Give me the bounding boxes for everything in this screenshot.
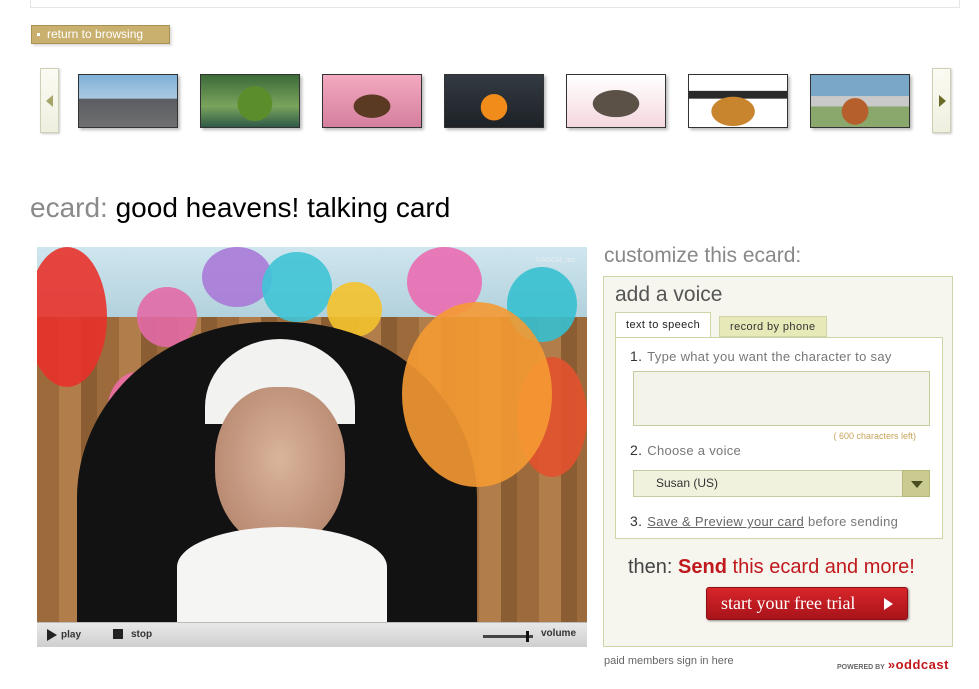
- carousel-next-button[interactable]: [932, 68, 951, 133]
- copyright-text: ©AGCM, Inc.: [535, 257, 577, 264]
- tab-record-by-phone[interactable]: record by phone: [719, 316, 827, 337]
- stop-icon: [113, 629, 123, 640]
- step-1-label: 1. Type what you want the character to sa…: [630, 348, 892, 364]
- ecard-preview-image[interactable]: ©AGCM, Inc.: [37, 247, 587, 622]
- thumbnail-image: [79, 75, 177, 127]
- top-border: [30, 0, 960, 8]
- save-preview-link[interactable]: Save & Preview your card: [647, 514, 804, 529]
- carousel-prev-button[interactable]: [40, 68, 59, 133]
- tab-text-to-speech[interactable]: text to speech: [615, 312, 712, 338]
- thumbnail-image: [201, 75, 299, 127]
- player-controls: play stop volume: [37, 622, 587, 647]
- thumbnail-image: [323, 75, 421, 127]
- start-free-trial-button[interactable]: start your free trial: [706, 587, 908, 620]
- add-voice-heading: add a voice: [615, 283, 723, 306]
- carousel-thumbnail[interactable]: [688, 74, 788, 128]
- text-to-speech-form: 1. Type what you want the character to sa…: [615, 337, 943, 539]
- customize-panel: add a voice text to speech record by pho…: [603, 276, 953, 647]
- powered-by-logo: POWERED BY »oddcast: [837, 657, 949, 672]
- carousel-thumbnail[interactable]: [322, 74, 422, 128]
- carousel-thumbnail[interactable]: [566, 74, 666, 128]
- play-icon: [47, 629, 57, 641]
- ecard-player: ©AGCM, Inc. play stop volume: [37, 247, 587, 647]
- customize-heading: customize this ecard:: [604, 244, 802, 267]
- characters-left: ( 600 characters left): [833, 431, 916, 441]
- thumbnail-image: [567, 75, 665, 127]
- thumbnail-image: [689, 75, 787, 127]
- carousel-thumbnail[interactable]: [200, 74, 300, 128]
- return-to-browsing-button[interactable]: return to browsing: [31, 25, 170, 44]
- chevron-down-icon[interactable]: [902, 470, 930, 497]
- voice-selected-value: Susan (US): [656, 476, 719, 490]
- play-button[interactable]: play: [47, 629, 81, 641]
- ecard-name: good heavens! talking card: [115, 192, 451, 223]
- thumbnail-image: [445, 75, 543, 127]
- volume-handle[interactable]: [526, 631, 529, 642]
- paid-members-signin-link[interactable]: paid members sign in here: [604, 655, 734, 667]
- arrow-right-icon: [884, 598, 893, 610]
- speech-text-input[interactable]: [633, 371, 930, 426]
- thumbnail-image: [811, 75, 909, 127]
- page-title: ecard: good heavens! talking card: [30, 192, 450, 224]
- volume-label: volume: [541, 628, 577, 639]
- volume-slider[interactable]: [483, 631, 533, 642]
- step-2-label: 2. Choose a voice: [630, 442, 742, 458]
- carousel-thumbnail[interactable]: [78, 74, 178, 128]
- send-promo: then: Send this ecard and more!: [628, 556, 915, 578]
- voice-dropdown[interactable]: Susan (US): [633, 470, 930, 497]
- step-3-label: 3. Save & Preview your card before sendin…: [630, 513, 899, 529]
- stop-button[interactable]: stop: [113, 629, 152, 640]
- chevron-left-icon: [46, 95, 53, 107]
- ecard-label: ecard:: [30, 192, 108, 223]
- carousel-thumbnail[interactable]: [810, 74, 910, 128]
- chevron-right-icon: [939, 95, 946, 107]
- carousel-thumbnail[interactable]: [444, 74, 544, 128]
